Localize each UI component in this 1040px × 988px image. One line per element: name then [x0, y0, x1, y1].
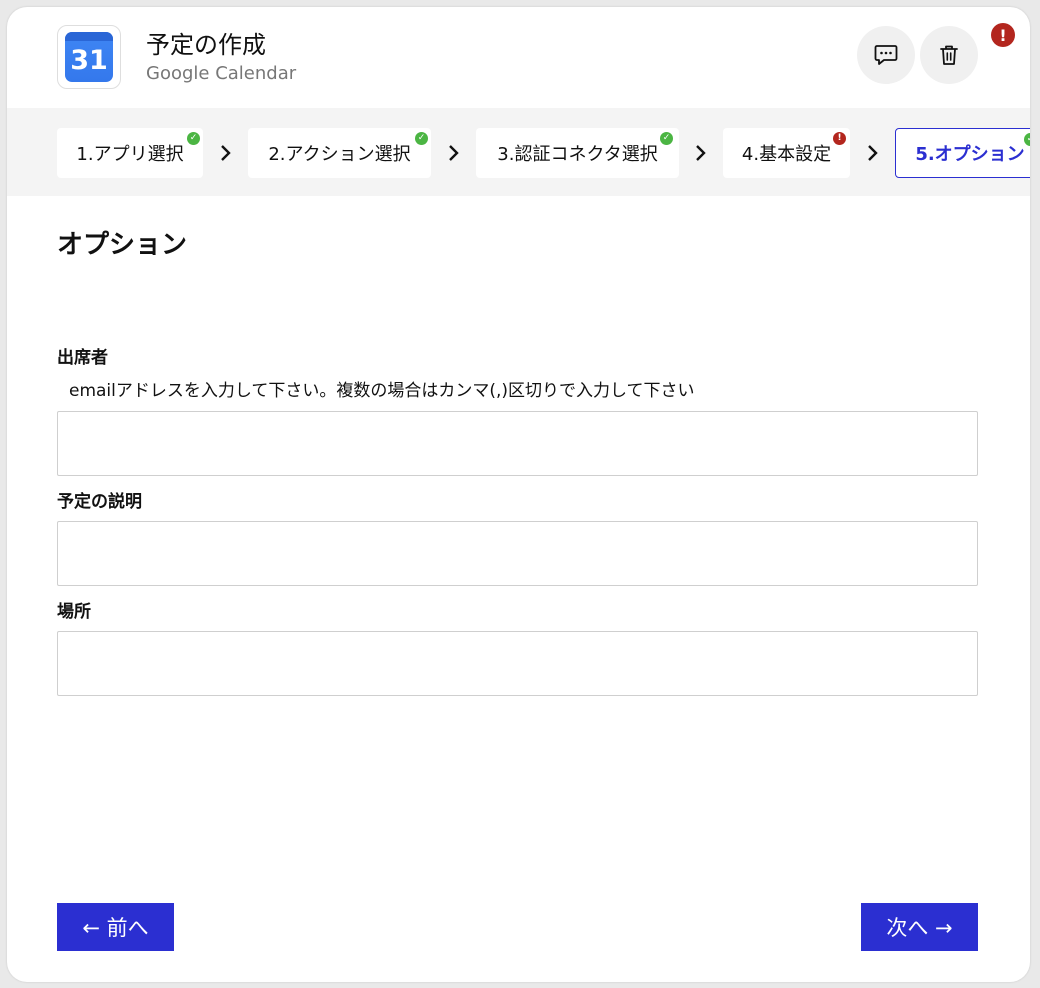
section-title: オプション	[57, 230, 188, 260]
chevron-right-icon	[443, 142, 463, 164]
check-icon: ✓	[1024, 133, 1030, 146]
location-label: 場所	[57, 602, 91, 622]
chat-bubble-icon	[874, 45, 898, 65]
step-label: 3.認証コネクタ選択	[497, 144, 658, 165]
step-label: 4.基本設定	[741, 144, 832, 165]
error-alert-icon: !	[991, 23, 1015, 47]
check-icon: ✓	[660, 132, 673, 145]
chevron-right-icon	[215, 142, 235, 164]
trash-icon	[940, 45, 958, 65]
step-progress-bar: 1.アプリ選択 ✓ 2.アクション選択 ✓ 3.認証コネクタ選択 ✓ 4.基本設…	[7, 108, 1030, 196]
step-options[interactable]: 5.オプション ✓	[895, 128, 1030, 178]
step-action-select[interactable]: 2.アクション選択 ✓	[248, 128, 431, 178]
attendees-input[interactable]	[57, 411, 978, 476]
error-icon: !	[833, 132, 846, 145]
step-basic-settings[interactable]: 4.基本設定 !	[723, 128, 850, 178]
check-icon: ✓	[415, 132, 428, 145]
description-label: 予定の説明	[57, 492, 142, 512]
step-label: 1.アプリ選択	[76, 144, 184, 165]
next-button[interactable]: 次へ →	[861, 903, 978, 951]
calendar-icon-date: 31	[70, 44, 108, 76]
google-calendar-icon: 31	[65, 32, 113, 82]
page-title: 予定の作成	[146, 31, 266, 59]
app-logo-frame: 31	[57, 25, 121, 89]
step-connector-select[interactable]: 3.認証コネクタ選択 ✓	[476, 128, 679, 178]
attendees-label: 出席者	[57, 348, 108, 368]
app-name: Google Calendar	[146, 63, 297, 84]
create-event-card: 31 予定の作成 Google Calendar ! 1.アプリ選択 ✓ 2.ア…	[7, 7, 1030, 982]
step-label: 5.オプション	[915, 144, 1025, 165]
attendees-help-text: emailアドレスを入力して下さい。複数の場合はカンマ(,)区切りで入力して下さ…	[69, 381, 695, 401]
chevron-right-icon	[862, 142, 882, 164]
step-app-select[interactable]: 1.アプリ選択 ✓	[57, 128, 203, 178]
description-input[interactable]	[57, 521, 978, 586]
check-icon: ✓	[187, 132, 200, 145]
previous-button[interactable]: ← 前へ	[57, 903, 174, 951]
chevron-right-icon	[690, 142, 710, 164]
step-label: 2.アクション選択	[268, 144, 411, 165]
comment-button[interactable]	[857, 26, 915, 84]
location-input[interactable]	[57, 631, 978, 696]
delete-button[interactable]	[920, 26, 978, 84]
